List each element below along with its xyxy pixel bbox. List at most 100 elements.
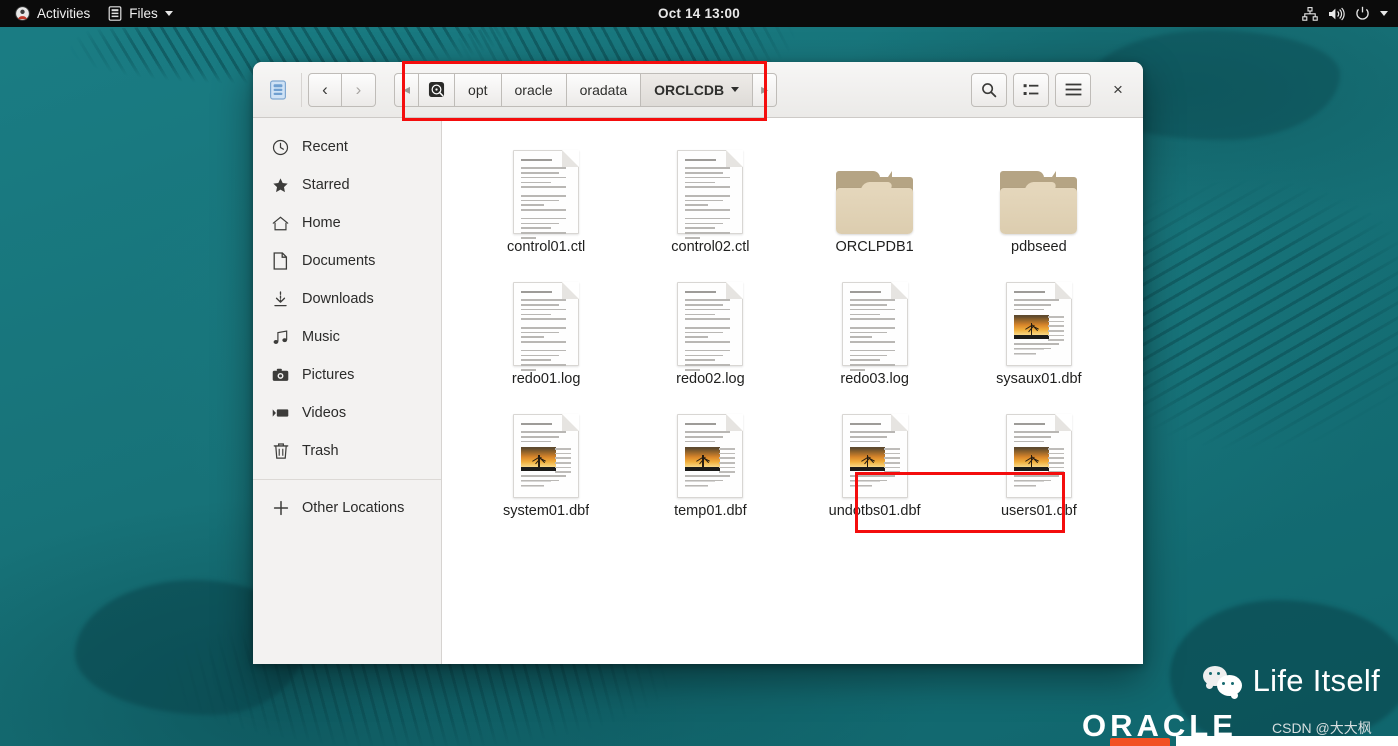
folder-item[interactable]: pdbseed bbox=[957, 134, 1121, 266]
file-item[interactable]: redo01.log bbox=[464, 266, 628, 398]
file-name-label: temp01.dbf bbox=[674, 503, 747, 519]
file-name-label: sysaux01.dbf bbox=[996, 371, 1082, 387]
file-name-label: ORCLPDB1 bbox=[835, 239, 914, 255]
image-document-icon bbox=[841, 404, 908, 498]
sidebar-item-label: Home bbox=[302, 215, 341, 231]
file-item[interactable]: sysaux01.dbf bbox=[957, 266, 1121, 398]
pathbar-device-button[interactable] bbox=[419, 72, 456, 107]
clock[interactable]: Oct 14 13:00 bbox=[0, 6, 1398, 21]
sunset-tree-thumbnail bbox=[1013, 447, 1049, 471]
chevron-down-icon bbox=[731, 87, 740, 92]
sidebar-item-label: Recent bbox=[302, 139, 348, 155]
file-item[interactable]: control02.ctl bbox=[628, 134, 792, 266]
close-icon: × bbox=[1113, 79, 1123, 99]
video-icon bbox=[272, 405, 289, 422]
window-body: Recent Starred Home Documents Downloads … bbox=[253, 118, 1143, 664]
image-document-icon bbox=[677, 404, 744, 498]
system-menu-chevron-down-icon[interactable] bbox=[1380, 11, 1388, 16]
search-button[interactable] bbox=[971, 72, 1007, 107]
network-wired-icon[interactable] bbox=[1302, 6, 1318, 21]
system-status-area[interactable] bbox=[1302, 6, 1398, 21]
chevron-down-icon bbox=[164, 11, 173, 16]
file-name-label: users01.dbf bbox=[1000, 503, 1077, 519]
folder-icon bbox=[836, 140, 914, 234]
document-icon bbox=[272, 252, 289, 270]
sidebar-item-label: Documents bbox=[302, 253, 376, 269]
breadcrumb: ◂ opt oracle oradata ORCLCDB ▸ bbox=[394, 72, 778, 107]
sidebar-item-starred[interactable]: Starred bbox=[253, 166, 441, 204]
activities-label: Activities bbox=[37, 6, 91, 21]
breadcrumb-item-oracle[interactable]: oracle bbox=[501, 72, 567, 107]
music-note-icon bbox=[272, 329, 289, 346]
file-name-label: pdbseed bbox=[1011, 239, 1067, 255]
power-icon[interactable] bbox=[1355, 6, 1370, 21]
sidebar-item-label: Downloads bbox=[302, 291, 374, 307]
pathbar-scroll-left-button[interactable]: ◂ bbox=[394, 72, 420, 107]
breadcrumb-item-oradata[interactable]: oradata bbox=[566, 72, 642, 107]
sidebar-item-videos[interactable]: Videos bbox=[253, 394, 441, 432]
text-document-icon bbox=[841, 272, 908, 371]
pathbar-scroll-right-button[interactable]: ▸ bbox=[753, 72, 778, 107]
close-button[interactable]: × bbox=[1101, 73, 1135, 107]
breadcrumb-current-label: ORCLCDB bbox=[654, 81, 725, 98]
search-icon bbox=[981, 82, 997, 98]
sidebar-item-trash[interactable]: Trash bbox=[253, 432, 441, 470]
file-list-area[interactable]: control01.ctl control02.ctl ORCLPDB1 pdb… bbox=[442, 118, 1143, 664]
sunset-tree-thumbnail bbox=[685, 447, 721, 471]
text-document-icon bbox=[513, 272, 580, 371]
sidebar-item-label: Other Locations bbox=[302, 500, 405, 516]
sidebar-item-downloads[interactable]: Downloads bbox=[253, 280, 441, 318]
sidebar-item-music[interactable]: Music bbox=[253, 318, 441, 356]
activities-button[interactable]: Activities bbox=[6, 3, 99, 24]
folder-item[interactable]: ORCLPDB1 bbox=[793, 134, 957, 266]
file-grid: control01.ctl control02.ctl ORCLPDB1 pdb… bbox=[464, 134, 1121, 530]
sidebar-item-label: Videos bbox=[302, 405, 347, 421]
file-item[interactable]: users01.dbf bbox=[957, 398, 1121, 530]
file-item[interactable]: system01.dbf bbox=[464, 398, 628, 530]
image-document-icon bbox=[1005, 272, 1072, 366]
header-actions: × bbox=[971, 72, 1135, 107]
file-item[interactable]: redo02.log bbox=[628, 266, 792, 398]
breadcrumb-item-orclcdb[interactable]: ORCLCDB bbox=[641, 72, 754, 107]
camera-icon bbox=[272, 367, 289, 384]
app-menu-label: Files bbox=[129, 6, 158, 21]
hard-disk-icon bbox=[428, 81, 445, 98]
file-name-label: undotbs01.dbf bbox=[828, 503, 921, 519]
wechat-watermark-label: Life Itself bbox=[1252, 663, 1380, 698]
sidebar-item-other-locations[interactable]: Other Locations bbox=[253, 489, 441, 527]
file-item[interactable]: control01.ctl bbox=[464, 134, 628, 266]
app-menu-button[interactable]: Files bbox=[99, 3, 182, 24]
files-app-icon bbox=[108, 6, 122, 21]
sidebar-item-home[interactable]: Home bbox=[253, 204, 441, 242]
folder-icon bbox=[1000, 140, 1078, 234]
files-window: ‹ › ◂ opt oracle oradata ORCLCDB ▸ × Rec… bbox=[253, 62, 1143, 664]
image-document-icon bbox=[1005, 404, 1072, 498]
home-icon bbox=[272, 215, 289, 232]
sidebar-item-label: Pictures bbox=[302, 367, 355, 383]
view-mode-button[interactable] bbox=[1013, 72, 1049, 107]
file-item[interactable]: undotbs01.dbf bbox=[793, 398, 957, 530]
sidebar-item-pictures[interactable]: Pictures bbox=[253, 356, 441, 394]
breadcrumb-item-opt[interactable]: opt bbox=[455, 72, 502, 107]
sidebar: Recent Starred Home Documents Downloads … bbox=[253, 118, 442, 664]
back-button[interactable]: ‹ bbox=[308, 72, 342, 107]
header-divider bbox=[301, 72, 302, 107]
hamburger-menu-icon bbox=[1065, 83, 1082, 96]
gnome-top-bar: Activities Files Oct 14 13:00 bbox=[0, 0, 1398, 27]
navigation-buttons: ‹ › bbox=[308, 72, 376, 107]
wechat-logo-icon bbox=[1202, 666, 1243, 696]
volume-high-icon[interactable] bbox=[1328, 7, 1345, 21]
csdn-watermark-label: CSDN @大大枫 bbox=[1272, 720, 1372, 736]
sidebar-item-documents[interactable]: Documents bbox=[253, 242, 441, 280]
sidebar-item-recent[interactable]: Recent bbox=[253, 128, 441, 166]
sunset-tree-thumbnail bbox=[521, 447, 557, 471]
file-item[interactable]: temp01.dbf bbox=[628, 398, 792, 530]
sidebar-item-label: Trash bbox=[302, 443, 339, 459]
main-menu-button[interactable] bbox=[1055, 72, 1091, 107]
top-bar-left-group: Activities Files bbox=[0, 3, 182, 24]
files-app-icon bbox=[261, 79, 295, 100]
file-item[interactable]: redo03.log bbox=[793, 266, 957, 398]
forward-button[interactable]: › bbox=[342, 72, 376, 107]
window-header-bar: ‹ › ◂ opt oracle oradata ORCLCDB ▸ × bbox=[253, 62, 1143, 118]
download-icon bbox=[272, 291, 289, 308]
